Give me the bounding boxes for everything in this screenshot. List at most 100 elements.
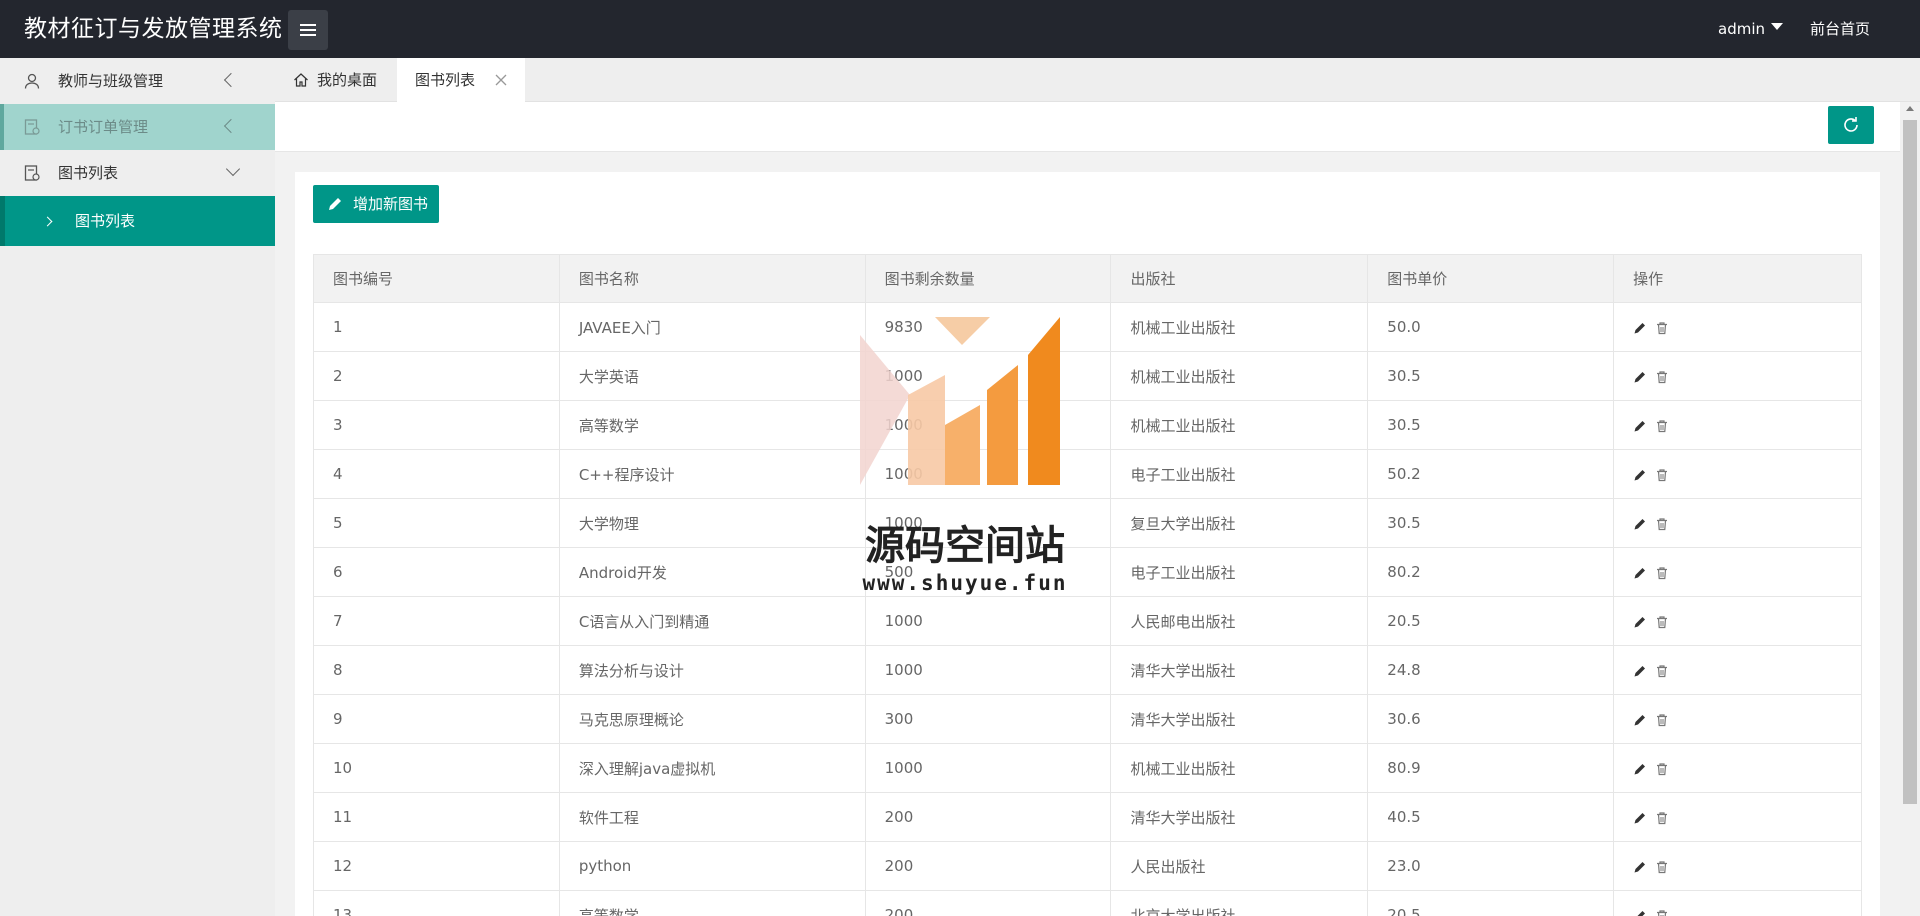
edit-pencil-icon[interactable]	[1633, 615, 1647, 629]
sidebar-item-label: 教师与班级管理	[58, 72, 164, 90]
table-cell: 200	[864, 890, 1112, 916]
table-cell: 5	[313, 498, 560, 548]
table-cell: 软件工程	[558, 792, 866, 842]
pencil-icon	[329, 198, 341, 210]
table-cell: 40.5	[1367, 792, 1615, 842]
column-header: 图书编号	[313, 254, 560, 303]
table-row: 3 高等数学 1000 机械工业出版社 30.5	[313, 400, 1862, 450]
edit-pencil-icon[interactable]	[1633, 370, 1647, 384]
table-cell: 算法分析与设计	[558, 645, 866, 695]
edit-pencil-icon[interactable]	[1633, 419, 1647, 433]
user-icon	[24, 73, 40, 89]
sidebar-item-orders[interactable]: 订书订单管理	[0, 104, 275, 150]
scroll-thumb[interactable]	[1903, 120, 1917, 804]
delete-trash-icon[interactable]	[1655, 517, 1669, 531]
table-cell: 30.6	[1367, 694, 1615, 744]
table-cell: 电子工业出版社	[1110, 547, 1369, 597]
edit-pencil-icon[interactable]	[1633, 517, 1647, 531]
delete-trash-icon[interactable]	[1655, 321, 1669, 335]
app-title: 教材征订与发放管理系统	[24, 16, 283, 42]
table-cell: 机械工业出版社	[1110, 302, 1369, 352]
delete-trash-icon[interactable]	[1655, 860, 1669, 874]
edit-pencil-icon[interactable]	[1633, 811, 1647, 825]
table-cell: 1000	[864, 449, 1112, 499]
edit-pencil-icon[interactable]	[1633, 566, 1647, 580]
delete-trash-icon[interactable]	[1655, 419, 1669, 433]
column-header: 出版社	[1110, 254, 1369, 303]
table-cell: 机械工业出版社	[1110, 743, 1369, 793]
table-cell: 高等数学	[558, 890, 866, 916]
table-cell: 马克思原理概论	[558, 694, 866, 744]
frontend-home-link[interactable]: 前台首页	[1810, 0, 1870, 58]
books-table: 图书编号 图书名称 图书剩余数量 出版社 图书单价 操作 1 JAVAEE入门 98…	[313, 254, 1862, 916]
sidebar-item-book-list[interactable]: 图书列表	[0, 150, 275, 196]
table-cell: 300	[864, 694, 1112, 744]
table-cell: 11	[313, 792, 560, 842]
table-row: 9 马克思原理概论 300 清华大学出版社 30.6	[313, 694, 1862, 744]
table-cell: 人民邮电出版社	[1110, 596, 1369, 646]
row-actions	[1613, 449, 1862, 499]
edit-pencil-icon[interactable]	[1633, 321, 1647, 335]
table-cell: 12	[313, 841, 560, 891]
add-book-label: 增加新图书	[353, 195, 429, 213]
tab-label: 我的桌面	[317, 71, 378, 89]
edit-pencil-icon[interactable]	[1633, 713, 1647, 727]
refresh-button[interactable]	[1828, 106, 1874, 144]
delete-trash-icon[interactable]	[1655, 615, 1669, 629]
delete-trash-icon[interactable]	[1655, 762, 1669, 776]
row-actions	[1613, 792, 1862, 842]
menu-toggle-button[interactable]	[288, 10, 328, 50]
tab-book-list[interactable]: 图书列表	[397, 58, 525, 103]
add-book-button[interactable]: 增加新图书	[313, 185, 439, 223]
table-cell: 高等数学	[558, 400, 866, 450]
table-cell: 1000	[864, 743, 1112, 793]
toolbar-row	[275, 102, 1900, 152]
table-cell: C语言从入门到精通	[558, 596, 866, 646]
table-cell: 20.5	[1367, 596, 1615, 646]
table-cell: 2	[313, 351, 560, 401]
table-cell: 50.0	[1367, 302, 1615, 352]
tab-label: 图书列表	[415, 71, 476, 89]
user-menu[interactable]: admin	[1718, 0, 1783, 58]
table-cell: JAVAEE入门	[558, 302, 866, 352]
edit-pencil-icon[interactable]	[1633, 860, 1647, 874]
delete-trash-icon[interactable]	[1655, 468, 1669, 482]
username: admin	[1718, 20, 1765, 38]
edit-pencil-icon[interactable]	[1633, 468, 1647, 482]
document-icon	[24, 119, 40, 135]
table-row: 1 JAVAEE入门 9830 机械工业出版社 50.0	[313, 302, 1862, 352]
chevron-down-icon	[225, 161, 241, 177]
delete-trash-icon[interactable]	[1655, 811, 1669, 825]
table-row: 12 python 200 人民出版社 23.0	[313, 841, 1862, 891]
table-cell: 大学英语	[558, 351, 866, 401]
delete-trash-icon[interactable]	[1655, 566, 1669, 580]
table-row: 2 大学英语 1000 机械工业出版社 30.5	[313, 351, 1862, 401]
sidebar-subitem-book-list[interactable]: 图书列表	[0, 196, 275, 246]
row-actions	[1613, 841, 1862, 891]
scroll-up-arrow-icon[interactable]	[1906, 106, 1914, 111]
edit-pencil-icon[interactable]	[1633, 909, 1647, 916]
table-row: 13 高等数学 200 北京大学出版社 20.5	[313, 890, 1862, 916]
table-cell: 1	[313, 302, 560, 352]
tab-bar: 我的桌面 图书列表	[275, 58, 1920, 103]
hamburger-icon	[300, 24, 316, 26]
sidebar-item-teacher-class[interactable]: 教师与班级管理	[0, 58, 275, 104]
table-cell: 10	[313, 743, 560, 793]
table-cell: 机械工业出版社	[1110, 351, 1369, 401]
row-actions	[1613, 694, 1862, 744]
table-cell: 200	[864, 841, 1112, 891]
close-icon[interactable]	[494, 73, 508, 87]
delete-trash-icon[interactable]	[1655, 370, 1669, 384]
delete-trash-icon[interactable]	[1655, 664, 1669, 678]
delete-trash-icon[interactable]	[1655, 713, 1669, 727]
table-cell: 机械工业出版社	[1110, 400, 1369, 450]
row-actions	[1613, 400, 1862, 450]
edit-pencil-icon[interactable]	[1633, 664, 1647, 678]
tab-my-desktop[interactable]: 我的桌面	[293, 58, 393, 102]
table-cell: 9830	[864, 302, 1112, 352]
scrollbar[interactable]	[1900, 102, 1920, 916]
table-row: 10 深入理解java虚拟机 1000 机械工业出版社 80.9	[313, 743, 1862, 793]
edit-pencil-icon[interactable]	[1633, 762, 1647, 776]
table-cell: 北京大学出版社	[1110, 890, 1369, 916]
delete-trash-icon[interactable]	[1655, 909, 1669, 916]
